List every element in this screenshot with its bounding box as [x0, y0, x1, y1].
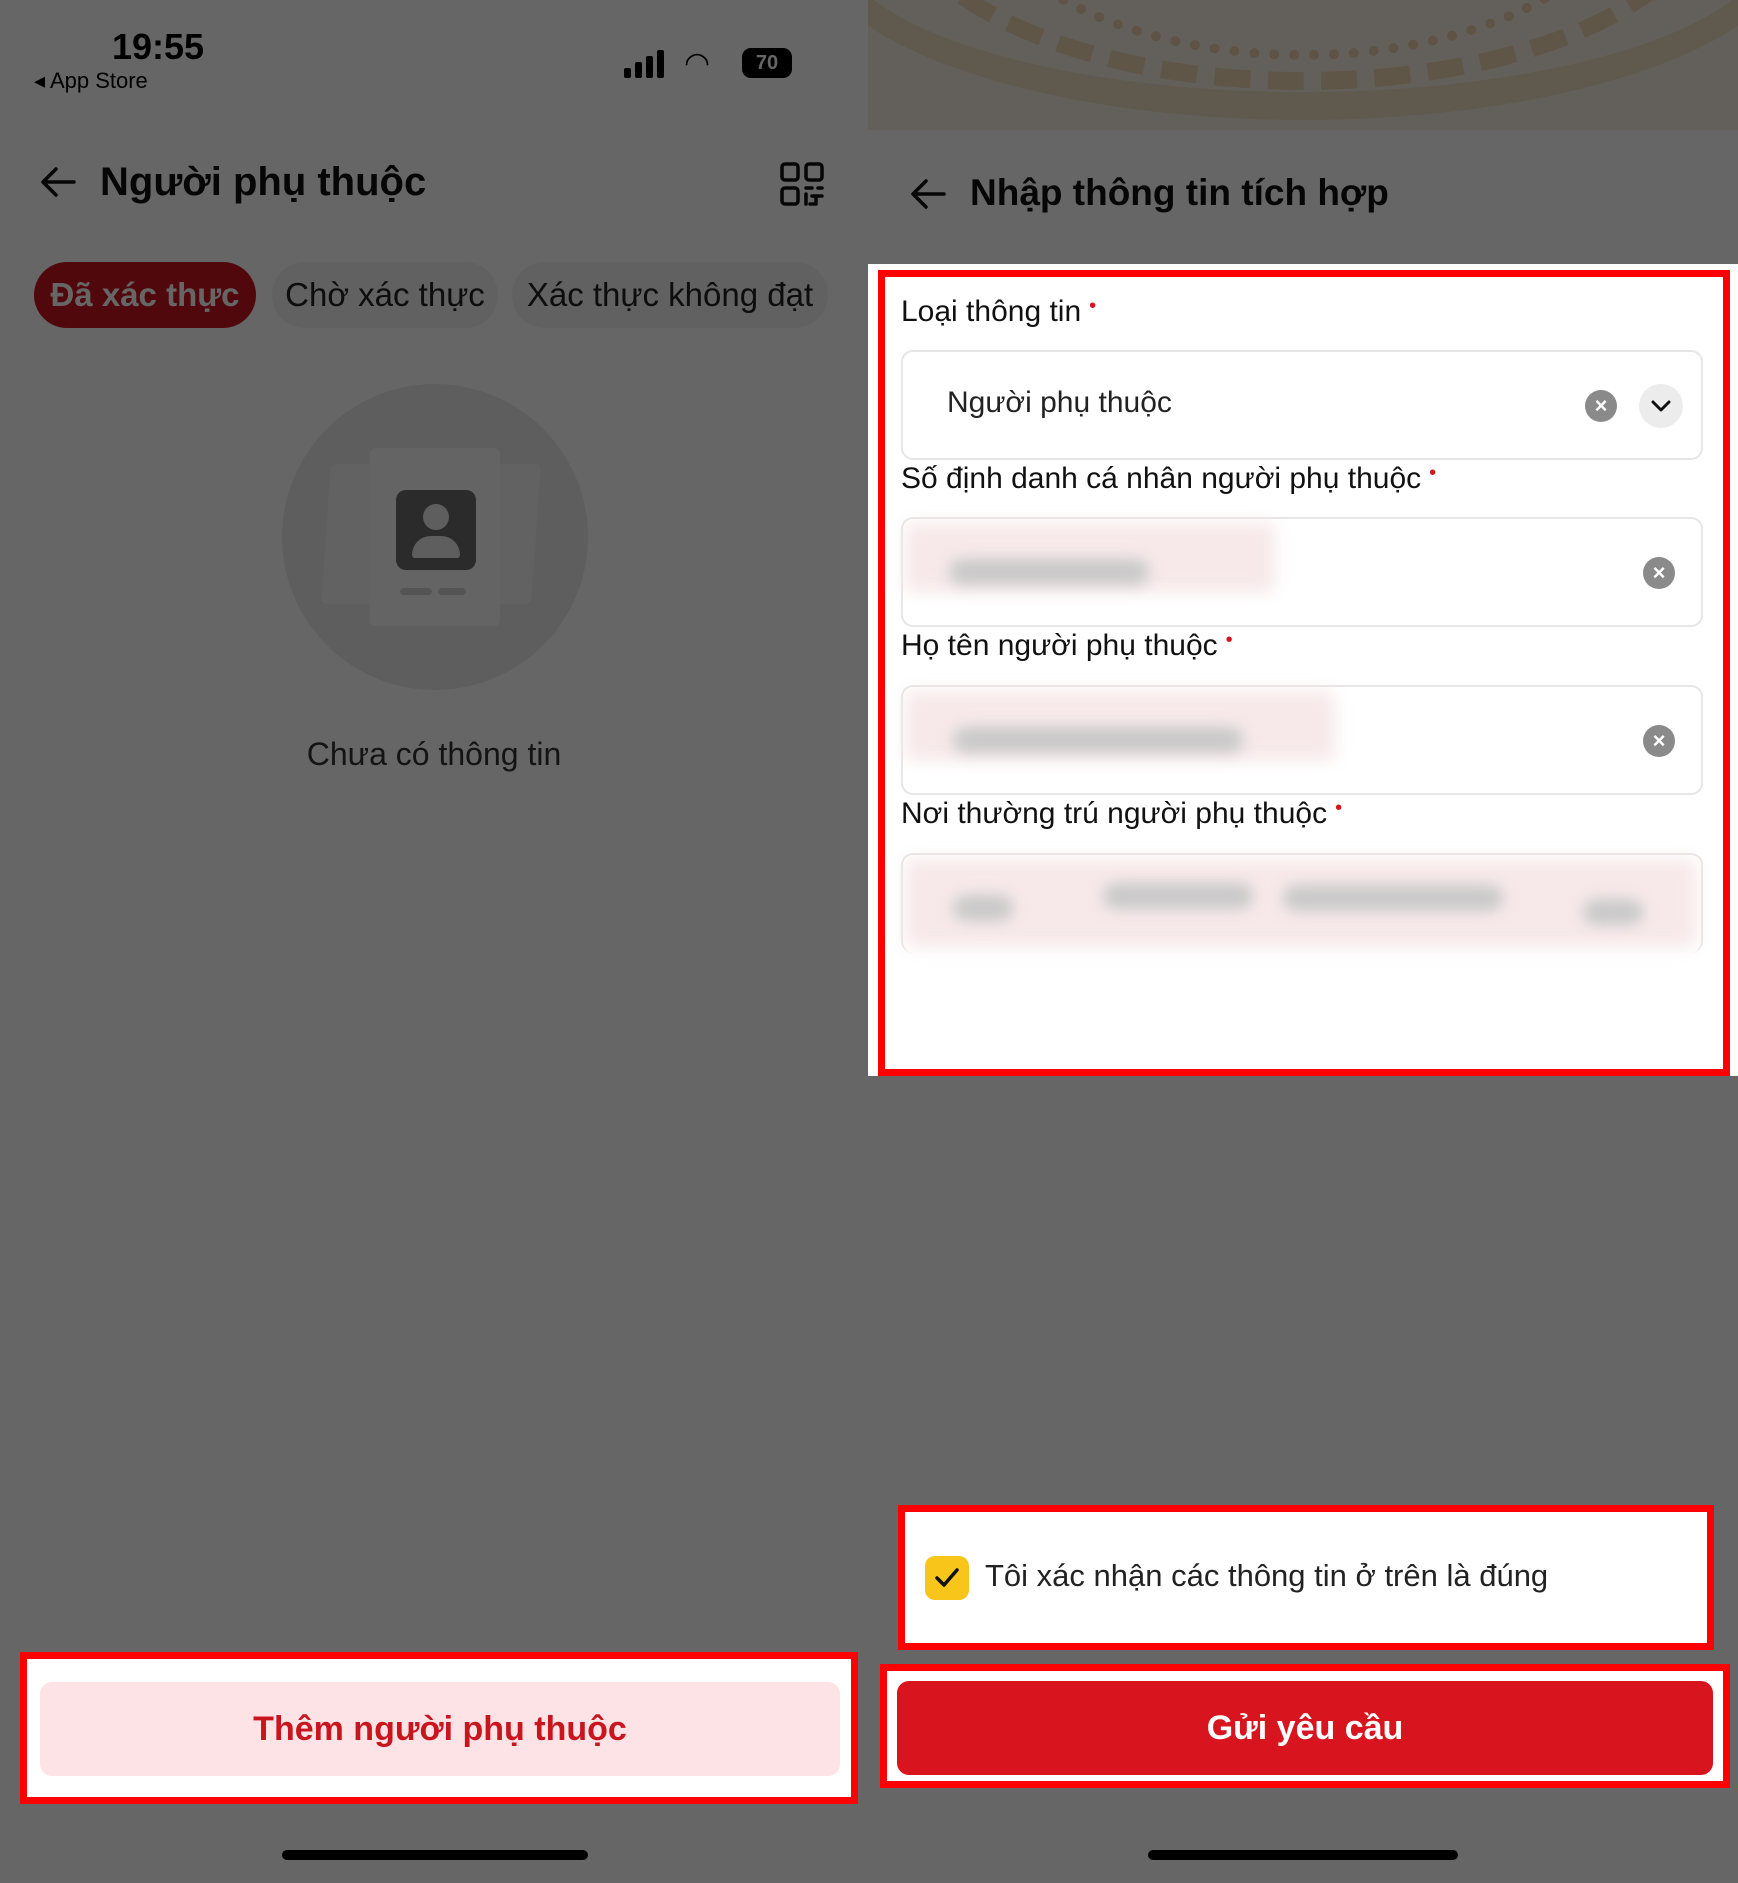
clear-icon[interactable]: × — [1643, 557, 1675, 589]
info-type-label: Loại thông tin • — [901, 295, 1097, 328]
empty-state-text: Chưa có thông tin — [306, 736, 562, 772]
page-header: Nhập thông tin tích hợp — [868, 130, 1738, 260]
tab-verified[interactable]: Đã xác thực — [34, 262, 256, 328]
required-marker: • — [1429, 462, 1437, 484]
submit-highlight: Gửi yêu cầu — [880, 1664, 1730, 1788]
submit-request-button[interactable]: Gửi yêu cầu — [897, 1681, 1713, 1775]
left-screen: 19:55 ◂ App Store ◠ 70 Người phụ thuộc Đ… — [0, 0, 868, 1883]
clear-icon[interactable]: × — [1585, 390, 1617, 422]
battery-indicator: 70 — [742, 48, 792, 78]
right-screen: Nhập thông tin tích hợp Loại thông tin • … — [868, 0, 1738, 1883]
confirm-highlight: Tôi xác nhận các thông tin ở trên là đún… — [898, 1505, 1714, 1650]
clear-icon[interactable]: × — [1643, 725, 1675, 757]
page-header: Người phụ thuộc — [0, 140, 868, 230]
tab-pending[interactable]: Chờ xác thực — [272, 262, 498, 328]
home-indicator[interactable] — [1148, 1850, 1458, 1860]
page-title: Người phụ thuộc — [100, 160, 427, 204]
permanent-address-label: Nơi thường trú người phụ thuộc • — [901, 797, 1343, 830]
personal-id-label: Số định danh cá nhân người phụ thuộc • — [901, 462, 1437, 495]
back-to-app-store-link[interactable]: ◂ App Store — [34, 68, 148, 94]
qr-scan-icon[interactable] — [780, 162, 824, 206]
full-name-input[interactable]: × — [901, 685, 1703, 795]
status-bar: 19:55 ◂ App Store ◠ 70 — [0, 0, 868, 100]
required-marker: • — [1089, 295, 1097, 317]
info-type-select[interactable]: Người phụ thuộc × — [901, 350, 1703, 460]
tab-failed[interactable]: Xác thực không đạt — [512, 262, 828, 328]
required-marker: • — [1225, 629, 1233, 651]
integrated-info-form: Loại thông tin • Người phụ thuộc × Số địn… — [878, 270, 1730, 1076]
page-title: Nhập thông tin tích hợp — [970, 172, 1389, 213]
id-card-icon — [282, 384, 588, 690]
full-name-label: Họ tên người phụ thuộc • — [901, 629, 1233, 662]
add-button-highlight: Thêm người phụ thuộc — [20, 1652, 858, 1804]
info-type-value: Người phụ thuộc — [947, 386, 1172, 419]
personal-id-input[interactable]: × — [901, 517, 1703, 627]
cellular-signal-icon — [624, 48, 668, 78]
confirm-text: Tôi xác nhận các thông tin ở trên là đún… — [985, 1558, 1549, 1593]
arrow-left-icon[interactable] — [38, 162, 78, 202]
decorative-header-pattern — [868, 0, 1738, 130]
chevron-down-icon[interactable] — [1639, 384, 1683, 428]
add-dependent-button[interactable]: Thêm người phụ thuộc — [40, 1682, 840, 1776]
required-marker: • — [1335, 797, 1343, 819]
confirm-checkbox[interactable] — [925, 1556, 969, 1600]
status-time: 19:55 — [112, 26, 205, 67]
arrow-left-icon[interactable] — [908, 174, 948, 214]
permanent-address-input[interactable] — [901, 853, 1703, 953]
wifi-icon: ◠ — [684, 47, 711, 80]
home-indicator[interactable] — [282, 1850, 588, 1860]
